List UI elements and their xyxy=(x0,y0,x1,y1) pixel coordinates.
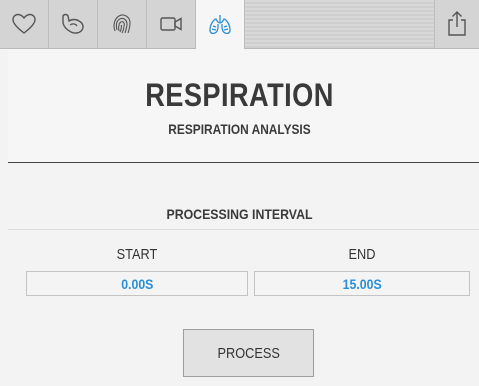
page-title: RESPIRATION xyxy=(145,77,334,113)
process-button-label: PROCESS xyxy=(217,344,280,362)
video-camera-icon xyxy=(160,17,182,31)
share-icon xyxy=(448,11,466,36)
start-value-field[interactable]: 0.00S xyxy=(26,271,248,296)
share-button[interactable] xyxy=(434,0,479,48)
lungs-icon xyxy=(209,14,231,34)
section-divider xyxy=(8,229,479,230)
process-button[interactable]: PROCESS xyxy=(183,329,314,377)
tab-heart[interactable] xyxy=(0,0,49,48)
arm-icon xyxy=(62,13,84,34)
processing-interval-title: PROCESSING INTERVAL xyxy=(166,206,313,222)
tab-respiration[interactable] xyxy=(196,0,245,49)
start-label: START xyxy=(116,246,158,263)
tab-bar-spacer xyxy=(245,0,434,48)
tab-video[interactable] xyxy=(147,0,196,48)
end-value: 15.00S xyxy=(342,275,382,292)
start-value: 0.00S xyxy=(120,275,154,292)
heart-icon xyxy=(12,13,36,34)
end-value-field[interactable]: 15.00S xyxy=(254,271,470,296)
header-divider xyxy=(8,162,479,163)
fingerprint-icon xyxy=(113,14,131,34)
tab-bar xyxy=(0,0,479,49)
page-subtitle: RESPIRATION ANALYSIS xyxy=(168,121,311,137)
tab-fingerprint[interactable] xyxy=(98,0,147,48)
tab-arm[interactable] xyxy=(49,0,98,48)
end-label: END xyxy=(348,246,376,263)
